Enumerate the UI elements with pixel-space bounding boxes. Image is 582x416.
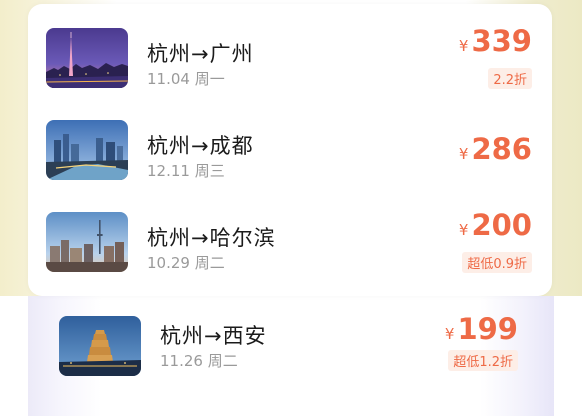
price: ¥339 <box>459 24 532 58</box>
discount-badge: 超低1.2折 <box>448 350 518 371</box>
price-value: 199 <box>457 312 518 346</box>
currency-symbol: ¥ <box>458 221 469 239</box>
departure-date: 10.29 周二 <box>147 254 225 272</box>
guangzhou-city-thumbnail <box>46 28 128 88</box>
price: ¥286 <box>459 132 532 166</box>
price-value: 339 <box>471 24 532 58</box>
flight-row-xian[interactable]: 杭州→西安 11.26 周二 ¥199 超低1.2折 <box>40 300 536 400</box>
route-label: 杭州→成都 <box>147 134 254 158</box>
chengdu-city-thumbnail <box>46 120 128 180</box>
currency-symbol: ¥ <box>458 145 469 163</box>
route-label: 杭州→哈尔滨 <box>147 226 276 250</box>
flight-row-harbin[interactable]: 杭州→哈尔滨 10.29 周二 ¥200 超低0.9折 <box>28 208 552 288</box>
discount-badge: 2.2折 <box>488 68 532 89</box>
route-label: 杭州→广州 <box>147 42 254 66</box>
xian-city-thumbnail <box>59 316 141 376</box>
route-label: 杭州→西安 <box>160 324 267 348</box>
departure-date: 12.11 周三 <box>147 162 225 180</box>
currency-symbol: ¥ <box>444 325 455 343</box>
flight-row-chengdu[interactable]: 杭州→成都 12.11 周三 ¥286 <box>28 116 552 196</box>
harbin-city-thumbnail <box>46 212 128 272</box>
departure-date: 11.26 周二 <box>160 352 238 370</box>
price: ¥200 <box>459 208 532 242</box>
currency-symbol: ¥ <box>458 37 469 55</box>
price-value: 286 <box>471 132 532 166</box>
price-value: 200 <box>471 208 532 242</box>
flight-deals-card: 杭州→广州 11.04 周一 ¥339 2.2折 杭州→成都 12.11 周三 … <box>28 4 552 296</box>
price: ¥199 <box>445 312 518 346</box>
departure-date: 11.04 周一 <box>147 70 225 88</box>
flight-row-guangzhou[interactable]: 杭州→广州 11.04 周一 ¥339 2.2折 <box>28 24 552 104</box>
discount-badge: 超低0.9折 <box>462 252 532 273</box>
